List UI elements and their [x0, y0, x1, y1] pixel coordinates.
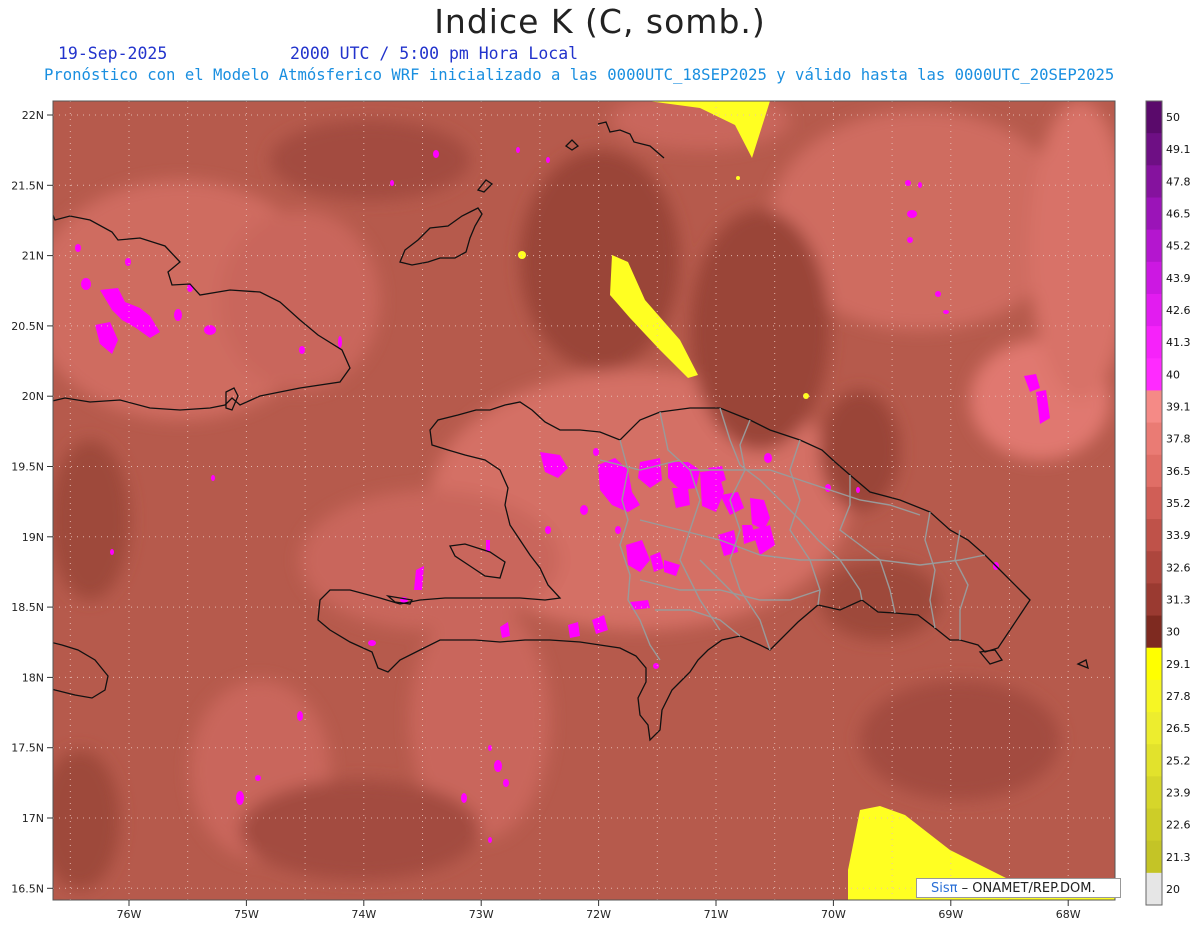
- lon-tick-label: 76W: [117, 908, 142, 921]
- colorbar-label: 27.8: [1166, 690, 1191, 703]
- colorbar-swatch: [1146, 454, 1162, 488]
- lat-tick-label: 19N: [22, 531, 44, 544]
- lon-tick-label: 74W: [351, 908, 376, 921]
- colorbar-label: 30: [1166, 626, 1180, 639]
- colorbar-label: 32.6: [1166, 561, 1191, 574]
- colorbar-swatch: [1146, 615, 1162, 649]
- colorbar-swatch: [1146, 840, 1162, 874]
- lat-tick-label: 18.5N: [11, 601, 44, 614]
- colorbar-swatch: [1146, 776, 1162, 810]
- colorbar-swatch: [1146, 583, 1162, 617]
- colorbar-label: 31.3: [1166, 593, 1191, 606]
- colorbar-label: 40: [1166, 368, 1180, 381]
- credit-text: – ONAMET/REP.DOM.: [957, 881, 1096, 896]
- colorbar-swatch: [1146, 390, 1162, 424]
- colorbar-label: 26.5: [1166, 722, 1191, 735]
- colorbar: 50 49.1 47.8 46.5 45.2 43.9 42.6 41.3 40 39.1 37.8…: [1145, 100, 1191, 906]
- lon-tick-label: 75W: [234, 908, 259, 921]
- colorbar-swatch: [1146, 133, 1162, 166]
- colorbar-label: 50: [1166, 111, 1180, 124]
- lat-tick-label: 16.5N: [11, 882, 44, 895]
- colorbar-swatch: [1146, 261, 1162, 295]
- colorbar-swatch: [1146, 293, 1162, 327]
- colorbar-label: 37.8: [1166, 433, 1191, 446]
- latitude-axis: 22N 21.5N 21N 20.5N 20N 19.5N 19N 18.5N 18N 17.5N…: [11, 109, 53, 895]
- longitude-axis: 76W 75W 74W 73W 72W 71W 70W 69W 68W: [117, 900, 1081, 921]
- colorbar-swatch: [1146, 165, 1162, 198]
- colorbar-swatch: [1146, 647, 1162, 681]
- colorbar-label: 29.1: [1166, 658, 1191, 671]
- colorbar-swatch: [1146, 744, 1162, 777]
- colorbar-swatch: [1146, 358, 1162, 391]
- colorbar-label: 41.3: [1166, 336, 1191, 349]
- lat-tick-label: 21N: [22, 250, 44, 263]
- colorbar-label: 33.9: [1166, 529, 1191, 542]
- colorbar-swatch: [1146, 808, 1162, 842]
- colorbar-label: 20: [1166, 883, 1180, 896]
- lat-tick-label: 21.5N: [11, 179, 44, 192]
- colorbar-label: 23.9: [1166, 786, 1191, 799]
- lon-tick-label: 69W: [938, 908, 963, 921]
- colorbar-label: 25.2: [1166, 754, 1191, 767]
- k-index-map: 22N 21.5N 21N 20.5N 20N 19.5N 19N 18.5N 18N 17.5N…: [11, 100, 1191, 921]
- colorbar-swatch: [1146, 551, 1162, 584]
- colorbar-label: 43.9: [1166, 272, 1191, 285]
- lat-tick-label: 18N: [22, 671, 44, 684]
- colorbar-label: 46.5: [1166, 208, 1191, 221]
- colorbar-swatch: [1146, 519, 1162, 552]
- lat-tick-label: 20.5N: [11, 320, 44, 333]
- credit-box: Sisπ – ONAMET/REP.DOM.: [916, 878, 1121, 898]
- lat-tick-label: 17.5N: [11, 742, 44, 755]
- lon-tick-label: 71W: [704, 908, 729, 921]
- lat-tick-label: 20N: [22, 390, 44, 403]
- field-layer: [53, 101, 1115, 900]
- colorbar-swatch: [1146, 712, 1162, 745]
- colorbar-label: 39.1: [1166, 401, 1191, 414]
- colorbar-swatch: [1146, 486, 1162, 520]
- colorbar-swatch: [1146, 229, 1162, 263]
- colorbar-label: 42.6: [1166, 304, 1191, 317]
- lon-tick-label: 72W: [586, 908, 611, 921]
- lat-tick-label: 17N: [22, 812, 44, 825]
- sispi-logo: Sisπ: [931, 881, 958, 896]
- colorbar-label: 35.2: [1166, 497, 1191, 510]
- colorbar-swatch: [1146, 872, 1162, 906]
- colorbar-swatch: [1146, 326, 1162, 359]
- colorbar-swatch: [1146, 197, 1162, 231]
- lat-tick-label: 19.5N: [11, 461, 44, 474]
- colorbar-label: 49.1: [1166, 143, 1191, 156]
- colorbar-label: 36.5: [1166, 465, 1191, 478]
- colorbar-swatch: [1146, 422, 1162, 456]
- lon-tick-label: 70W: [821, 908, 846, 921]
- colorbar-swatch: [1146, 101, 1162, 134]
- colorbar-label: 22.6: [1166, 819, 1191, 832]
- lon-tick-label: 68W: [1056, 908, 1081, 921]
- colorbar-swatch: [1146, 679, 1162, 713]
- colorbar-label: 21.3: [1166, 851, 1191, 864]
- lat-tick-label: 22N: [22, 109, 44, 122]
- colorbar-label: 47.8: [1166, 175, 1191, 188]
- colorbar-label: 45.2: [1166, 240, 1191, 253]
- lon-tick-label: 73W: [469, 908, 494, 921]
